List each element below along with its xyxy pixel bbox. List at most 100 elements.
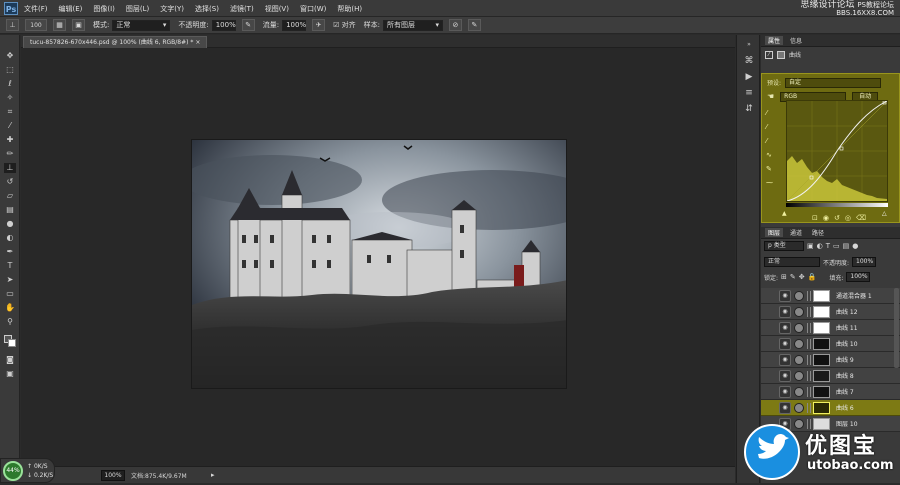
move-tool-icon[interactable]: ✥ — [4, 51, 16, 61]
delete-icon[interactable]: ⌫ — [856, 214, 866, 222]
menu-file[interactable]: 文件(F) — [24, 4, 48, 14]
curve-graph[interactable] — [786, 100, 888, 202]
zoom-tool-icon[interactable]: ⚲ — [4, 317, 16, 327]
shape-tool-icon[interactable]: ▭ — [4, 289, 16, 299]
layer-name[interactable]: 通道混合器 1 — [836, 291, 872, 300]
eye-icon[interactable]: ◉ — [779, 289, 791, 302]
eyedropper-white-icon[interactable]: ⁄ — [766, 134, 780, 148]
tab-layers[interactable]: 图层 — [765, 228, 784, 237]
crop-tool-icon[interactable]: ⌗ — [4, 107, 16, 117]
lock-pixels-icon[interactable]: ✎ — [790, 273, 796, 281]
layer-row[interactable]: ◉ 通道混合器 1 — [761, 288, 900, 304]
gradient-icon[interactable]: ▤ — [4, 205, 16, 215]
link-icon[interactable] — [807, 370, 811, 381]
layer-name[interactable]: 曲线 10 — [836, 339, 858, 348]
link-icon[interactable] — [807, 338, 811, 349]
layer-name[interactable]: 曲线 11 — [836, 323, 858, 332]
link-icon[interactable] — [807, 306, 811, 317]
tab-info[interactable]: 信息 — [787, 36, 805, 45]
document-image[interactable] — [191, 139, 567, 389]
quick-select-icon[interactable]: ✧ — [4, 93, 16, 103]
mode-select[interactable]: 正常 ▾ — [112, 19, 171, 31]
hand-adjust-icon[interactable]: ☚ — [767, 92, 774, 101]
collapse-icon[interactable]: » — [743, 39, 755, 51]
quick-mask-icon[interactable]: ◙ — [4, 355, 16, 365]
clone-stamp-tool-icon[interactable]: ⊥ — [4, 163, 16, 173]
layer-row[interactable]: ◉ 曲线 12 — [761, 304, 900, 320]
black-point-slider-icon[interactable]: ▲ — [782, 210, 787, 217]
color-swatches[interactable] — [4, 335, 16, 347]
layer-filter-select[interactable]: p 类型 — [764, 241, 804, 251]
layer-row[interactable]: ◉ 曲线 8 — [761, 368, 900, 384]
path-select-icon[interactable]: ➤ — [4, 275, 16, 285]
history-panel-icon[interactable]: ⌘ — [743, 55, 755, 67]
layer-mask-thumb[interactable] — [813, 321, 830, 334]
mask-icon[interactable] — [777, 50, 785, 59]
aligned-checkbox[interactable]: ☑ 对齐 — [333, 20, 356, 30]
layer-name[interactable]: 曲线 8 — [836, 371, 854, 380]
eye-icon[interactable]: ◉ — [779, 337, 791, 350]
airbrush-icon[interactable]: ✈ — [312, 19, 326, 31]
pressure-size-icon[interactable]: ✎ — [467, 19, 481, 31]
link-icon[interactable] — [807, 354, 811, 365]
close-icon[interactable]: × — [195, 39, 200, 46]
clip-to-layer-icon[interactable]: ⊡ — [812, 214, 818, 222]
clone-source-panel-icon[interactable]: ≡ — [743, 87, 755, 99]
link-icon[interactable] — [807, 386, 811, 397]
visibility-icon[interactable]: ◎ — [845, 214, 851, 222]
layer-row[interactable]: ◉ 曲线 10 — [761, 336, 900, 352]
document-tab[interactable]: tucu-857826-670x446.psd @ 100% (曲线 6, RG… — [23, 36, 208, 48]
eye-icon[interactable]: ◉ — [779, 321, 791, 334]
layer-mask-thumb[interactable] — [813, 369, 830, 382]
screen-mode-icon[interactable]: ▣ — [4, 369, 16, 379]
layer-mask-thumb[interactable] — [813, 305, 830, 318]
white-point-slider-icon[interactable]: △ — [882, 210, 887, 217]
menu-image[interactable]: 图像(I) — [93, 4, 115, 14]
menu-view[interactable]: 视图(V) — [265, 4, 289, 14]
history-brush-icon[interactable]: ↺ — [4, 177, 16, 187]
menu-filter[interactable]: 滤镜(T) — [230, 4, 254, 14]
fill-input[interactable]: 100% — [846, 272, 871, 282]
background-color[interactable] — [8, 339, 16, 347]
layer-row[interactable]: ◉ 曲线 9 — [761, 352, 900, 368]
brush-presets-panel-icon[interactable]: ⇵ — [743, 103, 755, 115]
menu-help[interactable]: 帮助(H) — [337, 4, 362, 14]
filter-type-icon[interactable]: T — [826, 242, 830, 250]
filter-shape-icon[interactable]: ▭ — [833, 242, 840, 250]
eye-icon[interactable]: ◉ — [779, 385, 791, 398]
document-info[interactable]: 文档:875.4K/9.67M — [131, 471, 187, 480]
filter-pixel-icon[interactable]: ▣ — [807, 242, 814, 250]
view-previous-icon[interactable]: ◉ — [823, 214, 829, 222]
sample-select[interactable]: 所有图层 ▾ — [382, 19, 443, 31]
zoom-level[interactable]: 100% — [101, 470, 125, 481]
eyedropper-black-icon[interactable]: ⁄ — [766, 106, 780, 120]
clone-stamp-icon[interactable]: ⊥ — [6, 19, 19, 31]
layer-row[interactable]: ◉ 曲线 7 — [761, 384, 900, 400]
lock-position-icon[interactable]: ✥ — [799, 273, 805, 281]
dodge-tool-icon[interactable]: ◐ — [4, 233, 16, 243]
menu-type[interactable]: 文字(Y) — [160, 4, 184, 14]
opacity-input[interactable]: 100% — [211, 19, 236, 31]
layer-name[interactable]: 曲线 9 — [836, 355, 854, 364]
blur-tool-icon[interactable]: ● — [4, 219, 16, 229]
eye-icon[interactable]: ◉ — [779, 305, 791, 318]
filter-smart-icon[interactable]: ▤ — [843, 242, 850, 250]
ignore-adjustment-icon[interactable]: ⊘ — [448, 19, 462, 31]
tab-paths[interactable]: 路径 — [809, 228, 827, 237]
reset-icon[interactable]: ↺ — [834, 214, 840, 222]
layer-name[interactable]: 曲线 7 — [836, 387, 854, 396]
preset-select[interactable]: 自定 — [785, 77, 882, 88]
pressure-opacity-icon[interactable]: ✎ — [241, 19, 255, 31]
layer-mask-thumb[interactable] — [813, 385, 830, 398]
eye-icon[interactable]: ◉ — [779, 353, 791, 366]
lasso-tool-icon[interactable]: ℓ — [4, 79, 16, 89]
eyedropper-gray-icon[interactable]: ⁄ — [766, 120, 780, 134]
flow-input[interactable]: 100% — [282, 19, 306, 31]
pen-tool-icon[interactable]: ✒ — [4, 247, 16, 257]
lock-transparent-icon[interactable]: ⊞ — [781, 273, 787, 281]
filter-toggle-icon[interactable]: ● — [852, 242, 858, 250]
curve-smooth-icon[interactable]: ⁓ — [766, 176, 780, 190]
marquee-tool-icon[interactable]: ⬚ — [4, 65, 16, 75]
layer-opacity-input[interactable]: 100% — [852, 257, 877, 267]
brush-tool-icon[interactable]: ✏ — [4, 149, 16, 159]
